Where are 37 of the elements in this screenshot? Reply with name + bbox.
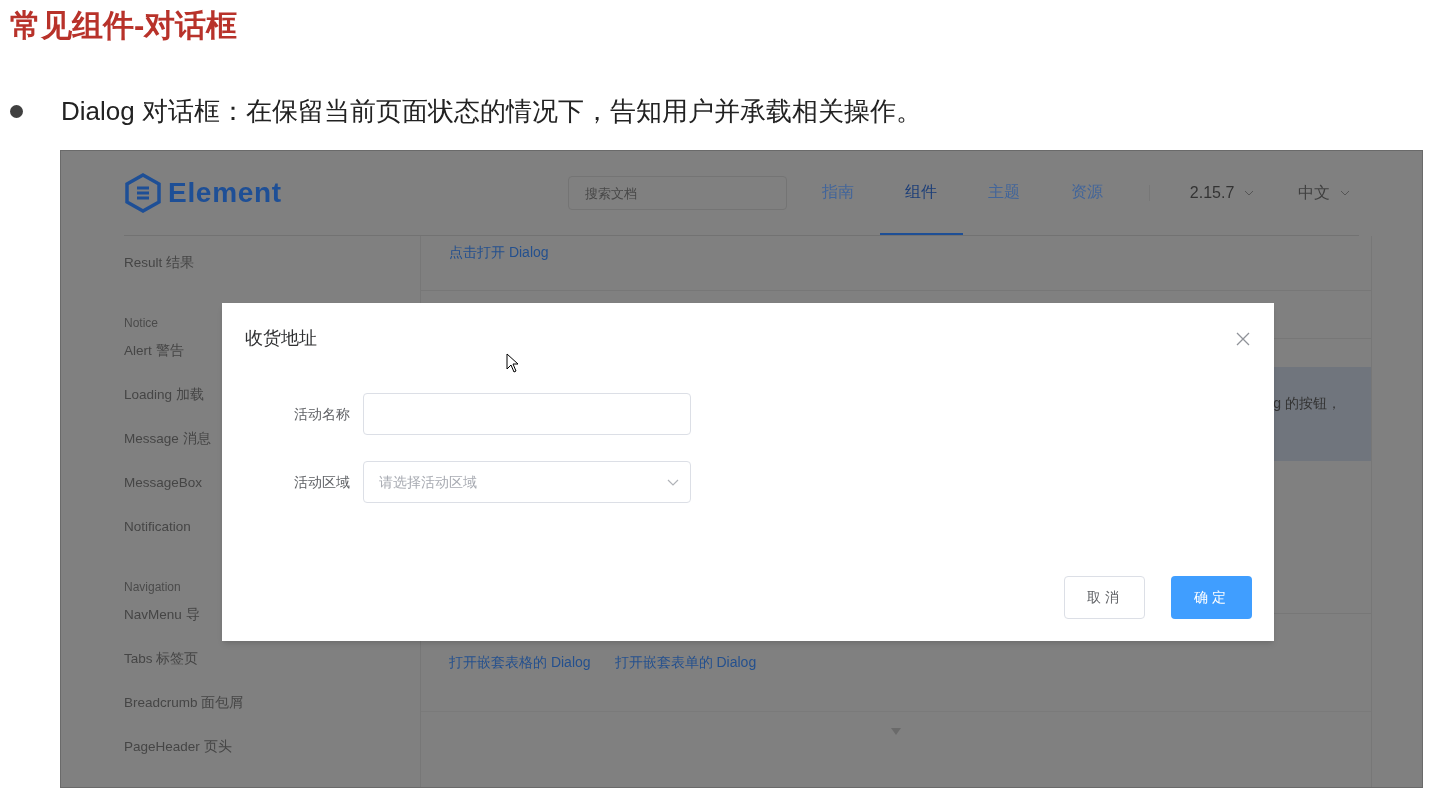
sidebar-item[interactable]: Notification	[124, 516, 191, 560]
chevron-down-icon	[1340, 190, 1351, 196]
sidebar-item[interactable]: Loading 加载	[124, 384, 204, 428]
nav-tab[interactable]: 资源	[1045, 151, 1129, 235]
sidebar-item[interactable]: Alert 警告	[124, 340, 184, 384]
language-dropdown[interactable]: 中文	[1298, 181, 1351, 205]
nav-tab[interactable]: 主题	[962, 151, 1046, 235]
bullet-text: Dialog 对话框：在保留当前页面状态的情况下，告知用户并承载相关操作。	[61, 95, 922, 128]
logo-text[interactable]: Element	[168, 172, 282, 214]
cancel-button[interactable]: 取消	[1064, 576, 1145, 619]
sidebar-item[interactable]: Message 消息	[124, 428, 211, 472]
sidebar-item[interactable]: Result 结果	[124, 252, 195, 296]
input-field[interactable]	[363, 393, 691, 435]
sidebar-item[interactable]: MessageBox	[124, 472, 203, 516]
mouse-pointer-icon	[506, 353, 519, 373]
sidebar-item[interactable]: NavMenu 导	[124, 604, 200, 648]
sidebar-item[interactable]: PageHeader 页头	[124, 736, 232, 780]
select-field[interactable]: 请选择活动区域	[363, 461, 691, 503]
dialog-title: 收货地址	[245, 327, 317, 350]
sidebar-item[interactable]: Breadcrumb 面包屑	[124, 692, 244, 736]
tip-text: g 的按钮，	[1273, 394, 1341, 413]
field-label: 活动名称	[293, 404, 351, 424]
nav-tab[interactable]: 指南	[796, 151, 880, 235]
chevron-down-icon	[667, 479, 679, 486]
confirm-button[interactable]: 确定	[1171, 576, 1252, 619]
bullet-icon	[10, 104, 23, 118]
sidebar-item[interactable]: Tabs 标签页	[124, 648, 199, 692]
field-label: 活动区域	[293, 472, 351, 492]
version-dropdown[interactable]: 2.15.7	[1189, 181, 1255, 205]
close-icon[interactable]	[1236, 331, 1250, 346]
slide-title: 常见组件-对话框	[10, 7, 238, 45]
chevron-down-icon	[1244, 190, 1255, 196]
nav-tab[interactable]: 组件	[879, 151, 963, 235]
hexagon-logo-icon	[124, 173, 162, 213]
open-dialog-link[interactable]: 点击打开 Dialog	[449, 244, 549, 260]
nested-dialog-link[interactable]: 打开嵌套表格的 Dialog	[449, 652, 591, 673]
nested-dialog-link[interactable]: 打开嵌套表单的 Dialog	[614, 652, 757, 673]
